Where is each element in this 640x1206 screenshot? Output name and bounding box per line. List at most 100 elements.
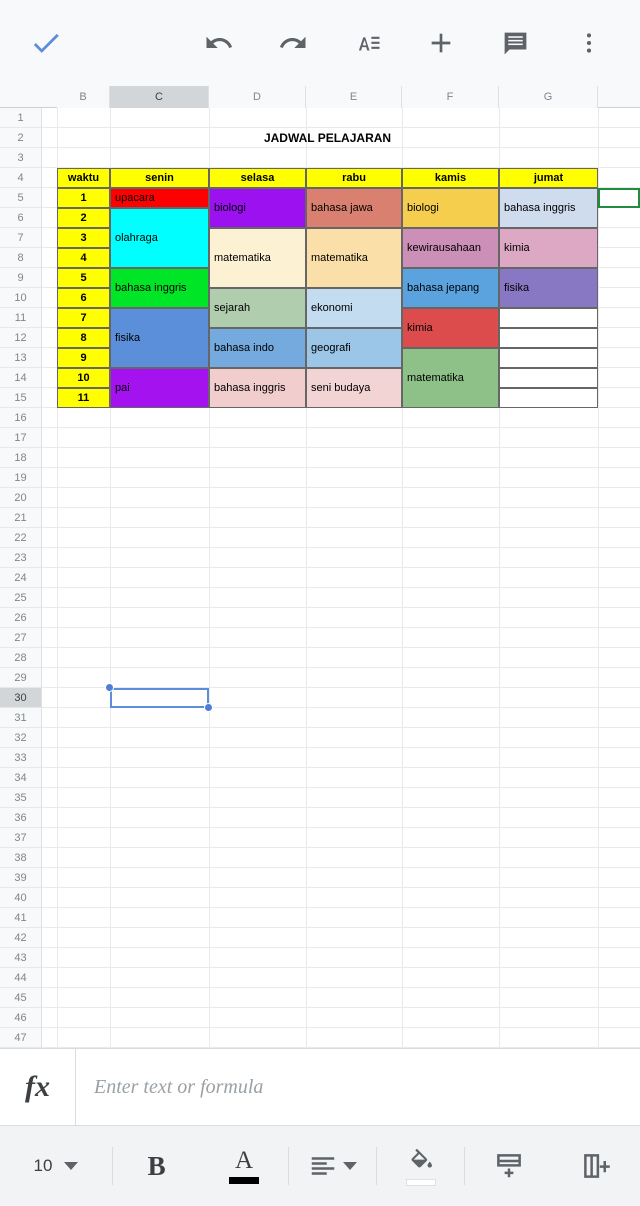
active-cell-indicator[interactable] (598, 188, 640, 208)
font-size-selector[interactable]: 10 (0, 1126, 112, 1206)
row-header-9[interactable]: 9 (0, 268, 42, 288)
schedule-cell-jumat-7[interactable] (499, 308, 598, 328)
row-header-39[interactable]: 39 (0, 868, 42, 888)
undo-button[interactable] (182, 8, 256, 78)
row-header-42[interactable]: 42 (0, 928, 42, 948)
period-cell-3[interactable]: 3 (57, 228, 110, 248)
comment-button[interactable] (478, 8, 552, 78)
row-header-26[interactable]: 26 (0, 608, 42, 628)
confirm-button[interactable] (0, 26, 92, 60)
row-header-34[interactable]: 34 (0, 768, 42, 788)
row-header-12[interactable]: 12 (0, 328, 42, 348)
row-header-24[interactable]: 24 (0, 568, 42, 588)
column-header-b[interactable]: B (57, 86, 110, 108)
text-color-button[interactable]: A (200, 1126, 287, 1206)
schedule-cell-senin-2[interactable]: olahraga (110, 208, 209, 268)
period-cell-10[interactable]: 10 (57, 368, 110, 388)
schedule-header-waktu[interactable]: waktu (57, 168, 110, 188)
schedule-cell-rabu-10[interactable]: seni budaya (306, 368, 402, 408)
row-header-5[interactable]: 5 (0, 188, 42, 208)
row-header-21[interactable]: 21 (0, 508, 42, 528)
schedule-cell-kamis-1[interactable]: biologi (402, 188, 499, 228)
insert-button[interactable] (404, 8, 478, 78)
period-cell-2[interactable]: 2 (57, 208, 110, 228)
schedule-cell-selasa-1[interactable]: biologi (209, 188, 306, 228)
column-header-e[interactable]: E (306, 86, 402, 108)
period-cell-7[interactable]: 7 (57, 308, 110, 328)
row-header-40[interactable]: 40 (0, 888, 42, 908)
fill-color-button[interactable] (377, 1126, 464, 1206)
schedule-cell-selasa-3[interactable]: matematika (209, 228, 306, 288)
row-header-10[interactable]: 10 (0, 288, 42, 308)
schedule-cell-rabu-3[interactable]: matematika (306, 228, 402, 288)
schedule-cell-kamis-5[interactable]: bahasa jepang (402, 268, 499, 308)
row-header-1[interactable]: 1 (0, 108, 42, 128)
sheet-grid[interactable]: B C D E F G 1 2 3 4 5 6 7 8 9 10 11 12 13 14 15 16 17 18 19 20 21 2… (0, 86, 640, 1048)
row-header-25[interactable]: 25 (0, 588, 42, 608)
row-header-36[interactable]: 36 (0, 808, 42, 828)
schedule-cell-jumat-5[interactable]: fisika (499, 268, 598, 308)
schedule-cell-senin-7[interactable]: fisika (110, 308, 209, 368)
formula-input[interactable] (76, 1049, 640, 1125)
row-header-43[interactable]: 43 (0, 948, 42, 968)
row-header-32[interactable]: 32 (0, 728, 42, 748)
selection-handle-bottom-right[interactable] (204, 703, 213, 712)
row-header-14[interactable]: 14 (0, 368, 42, 388)
row-header-46[interactable]: 46 (0, 1008, 42, 1028)
row-header-23[interactable]: 23 (0, 548, 42, 568)
row-header-2[interactable]: 2 (0, 128, 42, 148)
row-header-31[interactable]: 31 (0, 708, 42, 728)
more-options-button[interactable] (552, 8, 626, 78)
schedule-cell-senin-1[interactable]: upacara (110, 188, 209, 208)
schedule-cell-senin-10[interactable]: pai (110, 368, 209, 408)
schedule-header-kamis[interactable]: kamis (402, 168, 499, 188)
row-header-18[interactable]: 18 (0, 448, 42, 468)
schedule-cell-kamis-3[interactable]: kewirausahaan (402, 228, 499, 268)
sheet-title[interactable]: JADWAL PELAJARAN (57, 128, 598, 148)
row-header-30[interactable]: 30 (0, 688, 42, 708)
schedule-cell-rabu-8[interactable]: geografi (306, 328, 402, 368)
schedule-cell-jumat-8[interactable] (499, 328, 598, 348)
schedule-header-rabu[interactable]: rabu (306, 168, 402, 188)
schedule-cell-rabu-6[interactable]: ekonomi (306, 288, 402, 328)
period-cell-4[interactable]: 4 (57, 248, 110, 268)
schedule-cell-kamis-7[interactable]: kimia (402, 308, 499, 348)
column-header-g[interactable]: G (499, 86, 598, 108)
insert-column-button[interactable] (553, 1126, 640, 1206)
schedule-cell-jumat-10[interactable] (499, 368, 598, 388)
column-header-d[interactable]: D (209, 86, 306, 108)
row-header-35[interactable]: 35 (0, 788, 42, 808)
period-cell-6[interactable]: 6 (57, 288, 110, 308)
schedule-header-senin[interactable]: senin (110, 168, 209, 188)
schedule-cell-jumat-9[interactable] (499, 348, 598, 368)
schedule-header-jumat[interactable]: jumat (499, 168, 598, 188)
row-header-22[interactable]: 22 (0, 528, 42, 548)
period-cell-5[interactable]: 5 (57, 268, 110, 288)
schedule-cell-jumat-11[interactable] (499, 388, 598, 408)
schedule-cell-selasa-10[interactable]: bahasa inggris (209, 368, 306, 408)
row-header-37[interactable]: 37 (0, 828, 42, 848)
column-header-c[interactable]: C (110, 86, 209, 108)
spreadsheet-area[interactable]: B C D E F G 1 2 3 4 5 6 7 8 9 10 11 12 13 14 15 16 17 18 19 20 21 2… (0, 86, 640, 1048)
schedule-cell-jumat-3[interactable]: kimia (499, 228, 598, 268)
insert-row-button[interactable] (465, 1126, 552, 1206)
row-header-47[interactable]: 47 (0, 1028, 42, 1048)
bold-button[interactable]: B (113, 1126, 200, 1206)
row-header-41[interactable]: 41 (0, 908, 42, 928)
text-format-button[interactable] (330, 8, 404, 78)
align-button[interactable] (289, 1126, 376, 1206)
row-header-19[interactable]: 19 (0, 468, 42, 488)
row-header-38[interactable]: 38 (0, 848, 42, 868)
row-header-27[interactable]: 27 (0, 628, 42, 648)
schedule-cell-jumat-1[interactable]: bahasa inggris (499, 188, 598, 228)
schedule-cell-kamis-9[interactable]: matematika (402, 348, 499, 408)
schedule-cell-rabu-1[interactable]: bahasa jawa (306, 188, 402, 228)
row-header-20[interactable]: 20 (0, 488, 42, 508)
row-header-6[interactable]: 6 (0, 208, 42, 228)
row-header-8[interactable]: 8 (0, 248, 42, 268)
schedule-cell-senin-5[interactable]: bahasa inggris (110, 268, 209, 308)
schedule-header-selasa[interactable]: selasa (209, 168, 306, 188)
period-cell-8[interactable]: 8 (57, 328, 110, 348)
selection-range[interactable] (110, 688, 209, 708)
row-header-29[interactable]: 29 (0, 668, 42, 688)
